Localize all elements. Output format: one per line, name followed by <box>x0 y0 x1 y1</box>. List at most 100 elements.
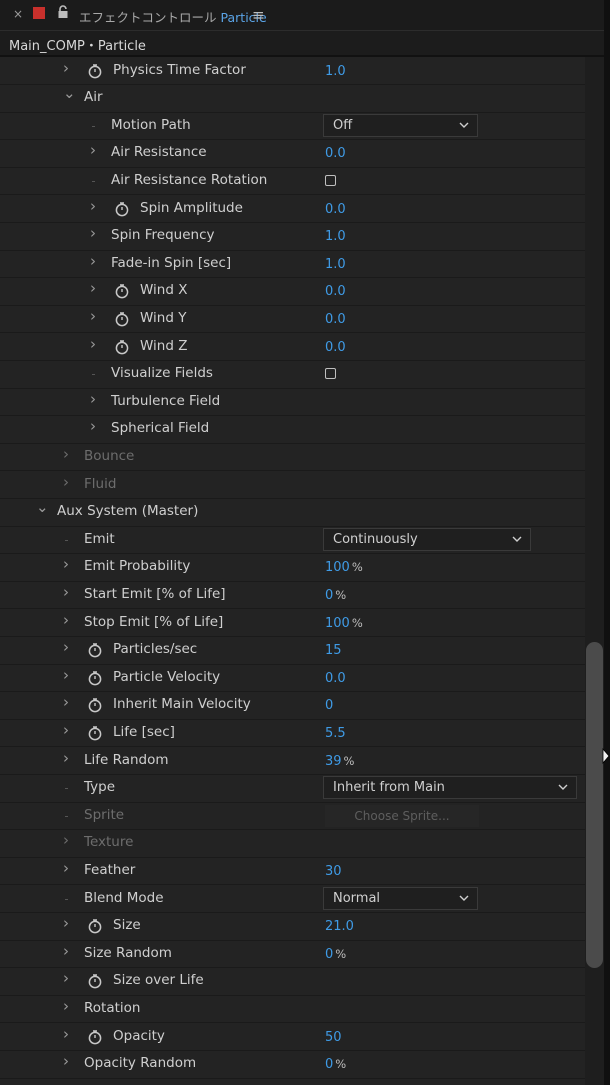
row-spacer <box>65 788 68 790</box>
property-label: Wind X <box>140 282 188 299</box>
chevron-down-icon <box>459 122 469 128</box>
value-number: 1.0 <box>325 256 346 272</box>
property-value-size[interactable]: 21.0 <box>325 919 354 934</box>
dropdown-emit[interactable]: Continuously <box>323 527 531 551</box>
stopwatch-icon[interactable] <box>87 973 103 989</box>
property-row-aux-system-master: ⌄ Aux System (Master) <box>0 499 585 527</box>
stopwatch-icon[interactable] <box>87 63 103 79</box>
expand-arrow-icon[interactable]: › <box>63 557 73 572</box>
expand-arrow-icon[interactable]: › <box>90 281 100 296</box>
property-row-size-over-life: › Size over Life <box>0 968 585 996</box>
lock-icon[interactable] <box>57 5 69 19</box>
chevron-down-icon <box>459 895 469 901</box>
choose-sprite-button[interactable]: Choose Sprite... <box>325 804 479 827</box>
value-number: 0.0 <box>325 311 346 327</box>
expand-arrow-icon[interactable]: › <box>63 1026 73 1041</box>
property-label: Sprite <box>84 806 125 823</box>
checkbox-air-resistance-rotation[interactable] <box>325 174 336 186</box>
panel-title: エフェクトコントロール Particle <box>79 7 267 26</box>
property-label: Size Random <box>84 944 172 961</box>
stopwatch-icon[interactable] <box>87 1029 103 1045</box>
stopwatch-icon[interactable] <box>87 670 103 686</box>
vertical-scrollbar-thumb[interactable] <box>586 642 603 968</box>
stopwatch-icon[interactable] <box>114 283 130 299</box>
property-label: Opacity Random <box>84 1055 197 1072</box>
property-value-inherit-main-velocity[interactable]: 0 <box>325 698 333 713</box>
property-row-stop-emit-of-life: › Stop Emit [% of Life] 100% <box>0 610 585 638</box>
stopwatch-icon[interactable] <box>87 725 103 741</box>
property-value-life-sec[interactable]: 5.5 <box>325 726 346 741</box>
expand-arrow-icon[interactable]: › <box>63 612 73 627</box>
property-label: Wind Z <box>140 337 188 354</box>
value-unit: % <box>351 615 363 630</box>
stopwatch-icon[interactable] <box>87 918 103 934</box>
stopwatch-icon[interactable] <box>87 697 103 713</box>
expand-arrow-icon[interactable]: › <box>90 198 100 213</box>
property-value-wind-z[interactable]: 0.0 <box>325 340 346 355</box>
expand-arrow-icon[interactable]: › <box>90 253 100 268</box>
expand-arrow-icon[interactable]: › <box>63 640 73 655</box>
expand-arrow-icon[interactable]: › <box>63 971 73 986</box>
property-value-particle-velocity[interactable]: 0.0 <box>325 671 346 686</box>
stopwatch-icon[interactable] <box>114 311 130 327</box>
chevron-down-icon <box>512 536 522 542</box>
expand-arrow-icon[interactable]: › <box>90 419 100 434</box>
expand-arrow-icon[interactable]: › <box>63 750 73 765</box>
dropdown-type[interactable]: Inherit from Main <box>323 776 577 800</box>
property-value-air-resistance[interactable]: 0.0 <box>325 146 346 161</box>
property-label: Turbulence Field <box>111 392 221 409</box>
expand-arrow-icon[interactable]: › <box>90 308 100 323</box>
property-label: Physics Time Factor <box>113 61 246 78</box>
property-value-fade-in-spin-sec[interactable]: 1.0 <box>325 257 346 272</box>
expand-arrow-icon[interactable]: › <box>63 695 73 710</box>
property-value-life-random[interactable]: 39% <box>325 754 354 769</box>
expand-arrow-icon[interactable]: › <box>63 833 73 848</box>
property-value-spin-amplitude[interactable]: 0.0 <box>325 202 346 217</box>
collapse-arrow-icon[interactable]: ⌄ <box>63 86 76 101</box>
property-value-opacity[interactable]: 50 <box>325 1030 342 1045</box>
stopwatch-icon[interactable] <box>114 339 130 355</box>
property-value-physics-time-factor[interactable]: 1.0 <box>325 64 346 79</box>
property-label: Blend Mode <box>84 889 164 906</box>
value-number: 0 <box>325 698 334 714</box>
property-value-start-emit-of-life[interactable]: 0% <box>325 588 346 603</box>
expand-arrow-icon[interactable]: › <box>90 336 100 351</box>
dropdown-motion-path[interactable]: Off <box>323 113 478 137</box>
expand-arrow-icon[interactable]: › <box>90 226 100 241</box>
expand-arrow-icon[interactable]: › <box>63 60 73 75</box>
expand-arrow-icon[interactable]: › <box>63 667 73 682</box>
expand-arrow-icon[interactable]: › <box>63 722 73 737</box>
panel-menu-icon[interactable]: ≡ <box>252 6 265 24</box>
stopwatch-icon[interactable] <box>87 642 103 658</box>
value-number: 0.0 <box>325 339 346 355</box>
checkbox-visualize-fields[interactable] <box>325 368 336 380</box>
expand-arrow-icon[interactable]: › <box>63 446 73 461</box>
property-value-feather[interactable]: 30 <box>325 864 342 879</box>
stopwatch-icon[interactable] <box>114 201 130 217</box>
expand-arrow-icon[interactable]: › <box>63 998 73 1013</box>
close-tab-icon[interactable]: × <box>13 7 23 21</box>
property-row-feather: › Feather 30 <box>0 858 585 886</box>
expand-arrow-icon[interactable]: › <box>63 943 73 958</box>
expand-arrow-icon[interactable]: › <box>63 584 73 599</box>
expand-arrow-icon[interactable]: › <box>90 143 100 158</box>
collapse-arrow-icon[interactable]: ⌄ <box>36 500 49 515</box>
property-row-texture: › Texture <box>0 830 585 858</box>
property-value-stop-emit-of-life[interactable]: 100% <box>325 616 363 631</box>
expand-arrow-icon[interactable]: › <box>63 916 73 931</box>
property-value-wind-x[interactable]: 0.0 <box>325 284 346 299</box>
breadcrumb-text: Main_COMP・Particle <box>9 39 146 54</box>
expand-arrow-icon[interactable]: › <box>63 860 73 875</box>
property-label: Start Emit [% of Life] <box>84 585 226 602</box>
property-value-particles-sec[interactable]: 15 <box>325 643 342 658</box>
property-value-spin-frequency[interactable]: 1.0 <box>325 229 346 244</box>
property-value-wind-y[interactable]: 0.0 <box>325 312 346 327</box>
expand-arrow-icon[interactable]: › <box>90 391 100 406</box>
dropdown-blend-mode[interactable]: Normal <box>323 886 478 910</box>
property-value-size-random[interactable]: 0% <box>325 947 346 962</box>
expand-arrow-icon[interactable]: › <box>63 474 73 489</box>
property-value-opacity-random[interactable]: 0% <box>325 1057 346 1072</box>
property-value-emit-probability[interactable]: 100% <box>325 560 363 575</box>
property-row-size-random: › Size Random 0% <box>0 941 585 969</box>
expand-arrow-icon[interactable]: › <box>63 1054 73 1069</box>
